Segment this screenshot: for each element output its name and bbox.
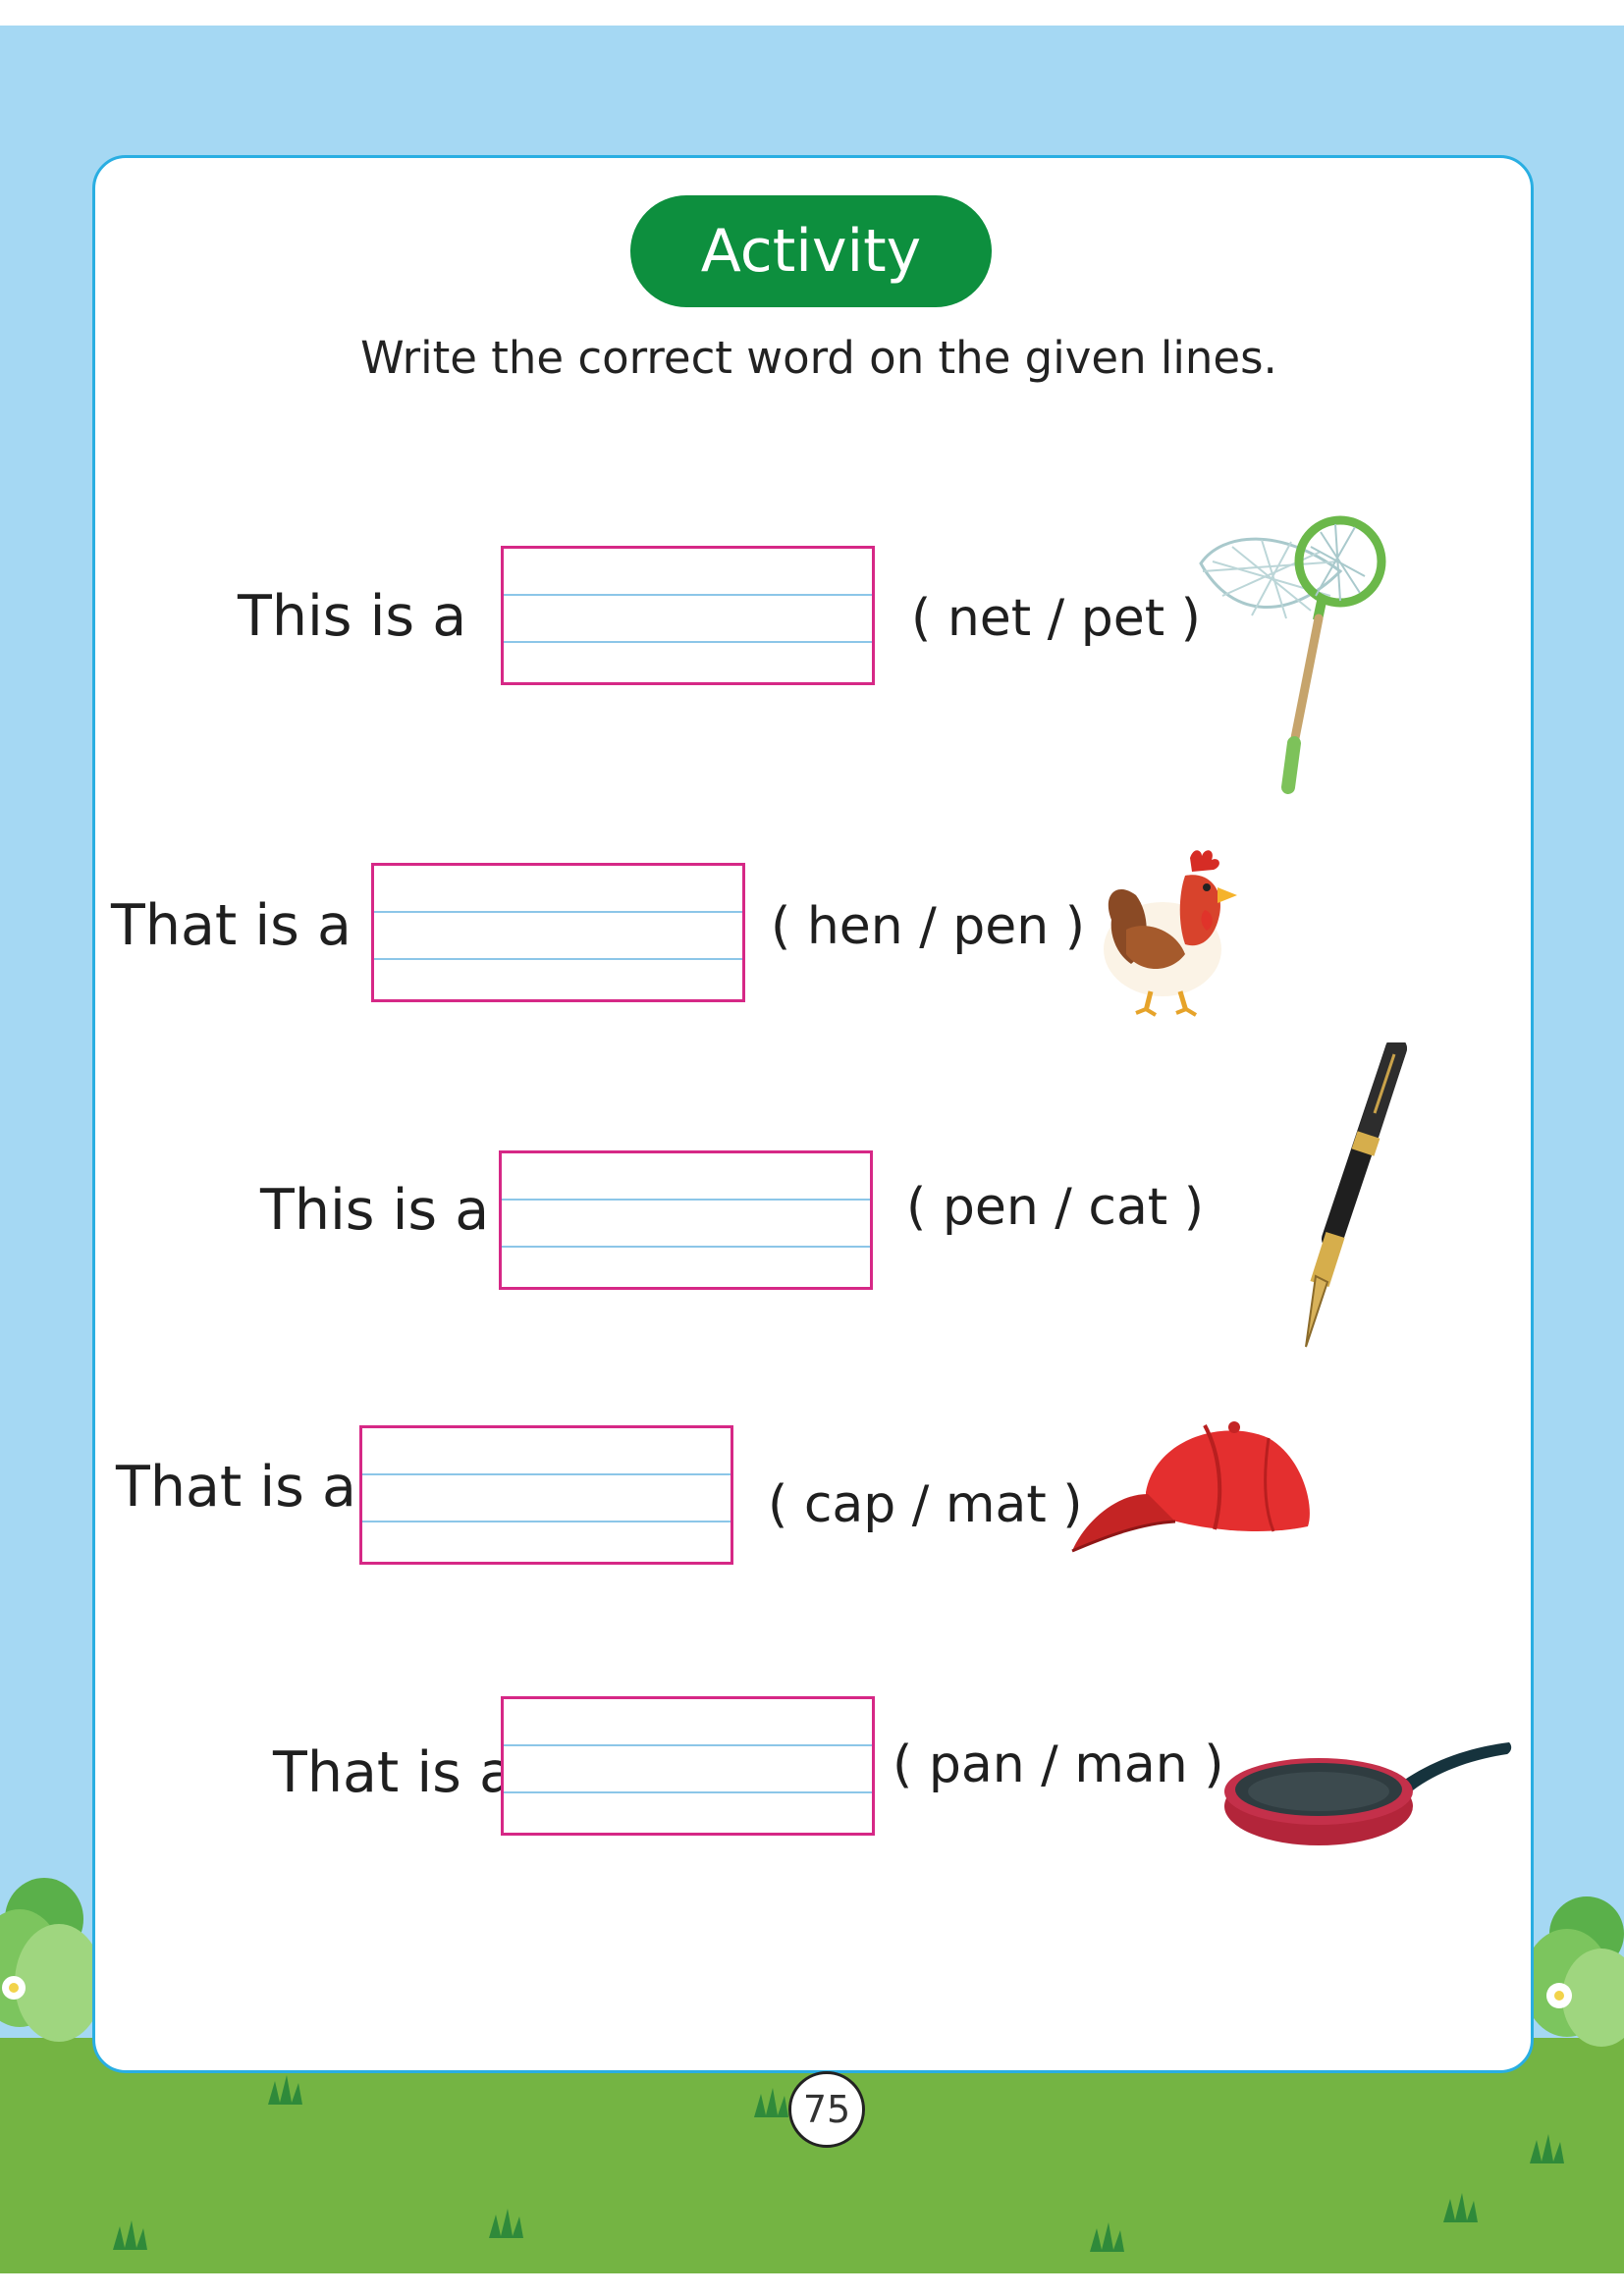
row-4-answer-box[interactable]	[359, 1425, 733, 1565]
red-cap-picture	[1071, 1421, 1310, 1553]
row-4-phrase: That is a	[116, 1455, 356, 1520]
grass-tuft-decoration	[489, 2209, 523, 2238]
row-2-answer-box[interactable]	[371, 863, 745, 1002]
row-5-choices: ( pan / man )	[893, 1735, 1224, 1794]
row-1-phrase: This is a	[238, 584, 467, 649]
grass-tuft-decoration	[1443, 2193, 1478, 2222]
activity-title-badge: Activity	[630, 195, 992, 307]
left-bush-illustration	[0, 1878, 98, 2042]
butterfly-net-picture	[1199, 515, 1386, 794]
hen-picture	[1104, 850, 1237, 1017]
row-4-choices: ( cap / mat )	[768, 1475, 1083, 1534]
row-1-answer-box[interactable]	[501, 546, 875, 685]
page-bottom-margin	[0, 2273, 1624, 2296]
row-3-choices: ( pen / cat )	[906, 1178, 1205, 1237]
row-2-choices: ( hen / pen )	[771, 897, 1086, 956]
grass-tuft-decoration	[1530, 2134, 1564, 2163]
row-5-phrase: That is a	[273, 1740, 514, 1805]
instruction-text: Write the correct word on the given line…	[360, 332, 1277, 384]
grass-tuft-decoration	[113, 2220, 147, 2250]
right-bush-illustration	[1528, 1896, 1624, 2047]
row-5-answer-box[interactable]	[501, 1696, 875, 1836]
grass-tuft-decoration	[268, 2075, 302, 2105]
row-3-answer-box[interactable]	[499, 1150, 873, 1290]
frying-pan-picture	[1224, 1742, 1512, 1845]
grass-tuft-decoration	[1090, 2222, 1124, 2252]
row-1-choices: ( net / pet )	[911, 589, 1201, 648]
fountain-pen-picture	[1305, 1042, 1407, 1348]
row-3-phrase: This is a	[260, 1178, 490, 1243]
page-number: 75	[788, 2071, 865, 2148]
row-2-phrase: That is a	[111, 893, 352, 958]
